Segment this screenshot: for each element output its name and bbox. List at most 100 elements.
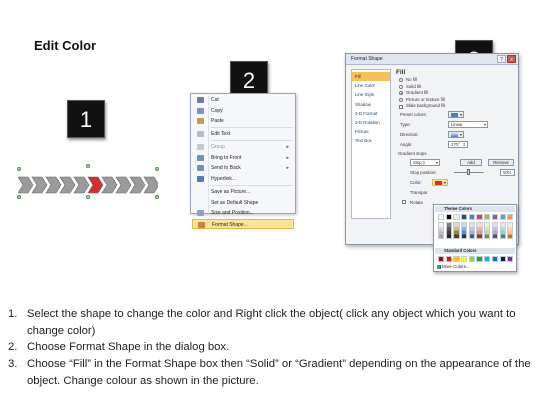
fill-option[interactable]: Slide background fill	[396, 103, 514, 110]
color-swatch[interactable]	[438, 214, 445, 220]
selection-handle[interactable]	[155, 167, 159, 171]
preset-colors-button[interactable]: ▾	[448, 110, 464, 118]
stop-position-thumb[interactable]	[467, 169, 470, 176]
color-swatch[interactable]	[476, 256, 483, 262]
fill-option-label: Solid fill	[406, 83, 422, 89]
remove-stop-button[interactable]: Remove	[488, 158, 514, 166]
direction-row: Direction: ▾	[396, 130, 514, 140]
color-swatch[interactable]	[445, 256, 452, 262]
color-swatch[interactable]	[438, 256, 445, 262]
nav-item[interactable]: Fill	[352, 72, 390, 82]
fill-radio[interactable]	[399, 98, 403, 103]
color-swatch[interactable]	[445, 214, 452, 220]
menu-item[interactable]: Group ▸	[192, 142, 294, 152]
color-swatch[interactable]	[484, 214, 491, 220]
menu-item[interactable]: Save as Picture...	[192, 187, 294, 197]
stop-position-input[interactable]: 50%	[500, 168, 515, 176]
nav-item[interactable]: Picture	[352, 127, 390, 136]
fill-option[interactable]: Gradient fill	[396, 90, 514, 97]
type-row: Type: Linear ▾	[396, 120, 514, 130]
selection-handle[interactable]	[155, 195, 159, 199]
color-swatch-column[interactable]	[476, 222, 483, 239]
color-swatch[interactable]	[476, 214, 483, 220]
color-swatch[interactable]	[491, 214, 499, 220]
help-icon[interactable]: ?	[497, 55, 506, 63]
arrow-segment[interactable]	[59, 176, 76, 194]
color-swatch-column[interactable]	[507, 222, 514, 239]
selection-handle[interactable]	[17, 167, 21, 171]
color-swatch-column[interactable]	[484, 222, 491, 239]
arrow-segment[interactable]	[101, 176, 118, 194]
more-colors-link[interactable]: More Colors...	[436, 264, 470, 270]
fill-radio[interactable]	[399, 78, 403, 83]
color-swatch[interactable]	[484, 256, 491, 262]
nav-item[interactable]: Line Color	[352, 81, 390, 90]
color-picker-button[interactable]: ▾	[432, 178, 448, 186]
arrow-segment[interactable]	[45, 176, 62, 194]
color-swatch-column[interactable]	[499, 222, 506, 239]
fill-option-label: Picture or texture fill	[406, 96, 445, 102]
fill-radio[interactable]	[399, 91, 403, 96]
menu-item[interactable]: Format Shape...	[192, 218, 294, 229]
color-swatch-column[interactable]	[445, 222, 452, 239]
nav-item[interactable]: Shadow	[352, 100, 390, 109]
color-swatch[interactable]	[461, 256, 468, 262]
nav-item[interactable]: 3-D Format	[352, 109, 390, 118]
fill-option[interactable]: Solid fill	[396, 84, 514, 91]
direction-button[interactable]: ▾	[448, 130, 464, 138]
menu-item[interactable]: Set as Default Shape	[192, 198, 294, 208]
menu-item[interactable]: Hyperlink...	[192, 174, 294, 184]
rotation-handle[interactable]	[86, 164, 90, 168]
menu-item[interactable]: Edit Text	[192, 129, 294, 139]
fill-option[interactable]: Picture or texture fill	[396, 97, 514, 104]
color-swatch[interactable]	[499, 256, 506, 262]
color-swatch-column[interactable]	[453, 222, 460, 239]
color-swatch[interactable]	[453, 214, 460, 220]
menu-item-label: Set as Default Shape	[211, 199, 259, 206]
color-swatch[interactable]	[507, 256, 514, 262]
menu-item[interactable]: Send to Back ▸	[192, 163, 294, 173]
close-icon[interactable]: x	[507, 55, 516, 63]
color-swatch[interactable]	[468, 214, 476, 220]
selection-handle[interactable]	[86, 195, 90, 199]
menu-item-label: Copy	[211, 107, 223, 114]
color-swatch-column[interactable]	[491, 222, 499, 239]
color-swatch[interactable]	[468, 256, 476, 262]
scissors-icon	[197, 97, 204, 103]
nav-item[interactable]: 3-D Rotation	[352, 118, 390, 127]
color-swatch-column[interactable]	[438, 222, 445, 239]
type-select[interactable]: Linear ▾	[448, 120, 488, 128]
instruction-step: 3. Choose “Fill” in the Format Shape box …	[8, 356, 553, 389]
nav-item[interactable]: Text Box	[352, 136, 390, 145]
arrow-segment[interactable]	[143, 176, 158, 194]
menu-item[interactable]: Copy	[192, 106, 294, 116]
fill-radio[interactable]	[399, 84, 403, 89]
color-swatch[interactable]	[491, 256, 499, 262]
stop-select[interactable]: Stop 1 ▾	[410, 158, 440, 166]
selection-handle[interactable]	[17, 195, 21, 199]
nav-item[interactable]: Line Style	[352, 90, 390, 99]
color-swatch-column[interactable]	[461, 222, 468, 239]
arrow-segment[interactable]	[129, 176, 146, 194]
add-stop-button[interactable]: Add	[460, 158, 482, 166]
color-swatch-column[interactable]	[468, 222, 476, 239]
color-swatch[interactable]	[461, 214, 468, 220]
menu-item[interactable]: Bring to Front ▸	[192, 153, 294, 163]
rotate-checkbox[interactable]	[402, 199, 406, 204]
fill-checkbox[interactable]	[399, 104, 403, 109]
menu-item[interactable]: Cut	[192, 95, 294, 105]
arrow-segment[interactable]	[115, 176, 132, 194]
angle-input[interactable]: 270° ⇕	[448, 140, 468, 148]
color-swatch[interactable]	[507, 214, 514, 220]
arrow-segment[interactable]	[18, 176, 34, 194]
menu-item[interactable]: Paste	[192, 116, 294, 126]
fill-option[interactable]: No fill	[396, 77, 514, 84]
arrow-segment[interactable]	[73, 176, 90, 194]
menu-item-label: Size and Position...	[211, 210, 254, 217]
angle-label: Angle:	[400, 141, 413, 147]
arrow-segment[interactable]	[87, 176, 104, 194]
arrow-segment[interactable]	[31, 176, 48, 194]
color-swatch[interactable]	[453, 256, 460, 262]
color-swatch[interactable]	[499, 214, 506, 220]
menu-item[interactable]: Size and Position...	[192, 208, 294, 218]
